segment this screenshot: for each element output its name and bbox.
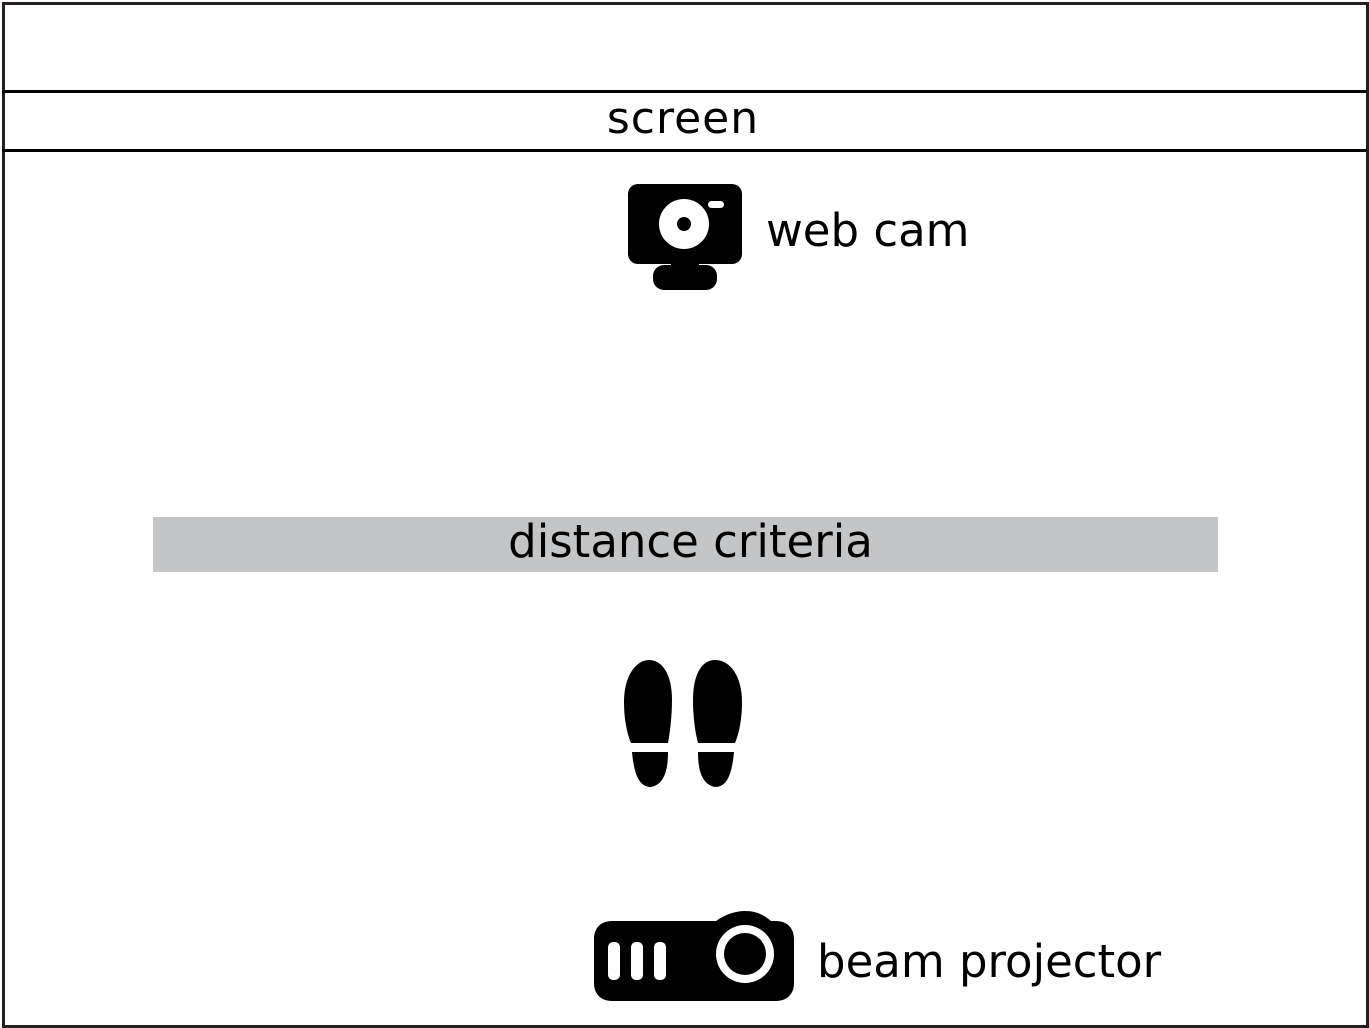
distance-criteria-band: distance criteria xyxy=(153,517,1218,572)
screen-label: screen xyxy=(606,93,760,144)
right-footprint xyxy=(693,660,742,787)
projector-icon xyxy=(594,911,794,1001)
webcam-label: web cam xyxy=(766,204,970,257)
screen-band: screen xyxy=(2,90,1366,152)
footprints-icon xyxy=(624,660,742,787)
left-footprint xyxy=(624,660,672,787)
projector-label: beam projector xyxy=(817,935,1162,988)
webcam-icon xyxy=(628,184,742,290)
distance-criteria-label: distance criteria xyxy=(508,515,873,568)
